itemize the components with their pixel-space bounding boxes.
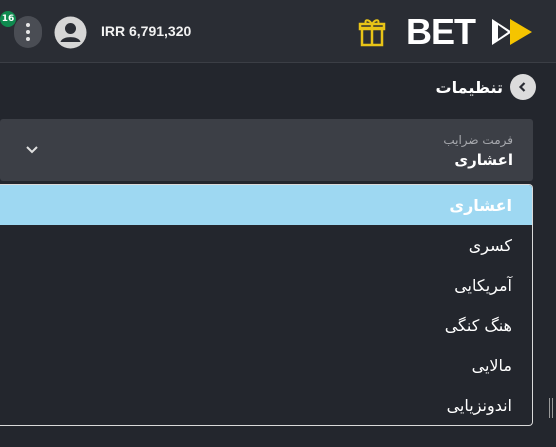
odds-format-select[interactable]: فرمت ضرایب اعشاری (0, 119, 533, 181)
page-title: تنظیمات (435, 77, 503, 97)
odds-option-indonesian[interactable]: اندونزیایی (0, 385, 532, 425)
logo-text: BET (406, 11, 476, 52)
odds-format-dropdown: اعشاری کسری آمریکایی هنگ کنگی مالایی اند… (0, 184, 533, 426)
odds-option-hongkong[interactable]: هنگ کنگی (0, 305, 532, 345)
site-logo[interactable]: BET (406, 13, 536, 51)
kebab-dot-icon (26, 37, 30, 41)
odds-format-value: اعشاری (454, 151, 513, 169)
kebab-dot-icon (26, 30, 30, 34)
odds-option-decimal[interactable]: اعشاری (0, 185, 532, 225)
account-balance[interactable]: IRR 6,791,320 (101, 23, 191, 39)
resize-handle[interactable] (549, 398, 554, 418)
kebab-menu-button[interactable] (14, 16, 42, 48)
top-bar: 16 IRR 6,791,320 BET (0, 0, 556, 63)
odds-option-american[interactable]: آمریکایی (0, 265, 532, 305)
back-button[interactable] (510, 74, 536, 100)
odds-option-malay[interactable]: مالایی (0, 345, 532, 385)
odds-option-fractional[interactable]: کسری (0, 225, 532, 265)
chevron-left-icon (518, 82, 526, 92)
page-header: تنظیمات (436, 74, 536, 100)
chevron-down-icon[interactable] (24, 143, 40, 155)
logo-arrow-icon (492, 19, 532, 45)
gift-icon[interactable] (358, 17, 386, 47)
user-avatar-icon[interactable] (54, 16, 87, 49)
notification-badge[interactable]: 16 (0, 11, 16, 27)
odds-format-label: فرمت ضرایب (443, 133, 513, 147)
kebab-dot-icon (26, 23, 30, 27)
